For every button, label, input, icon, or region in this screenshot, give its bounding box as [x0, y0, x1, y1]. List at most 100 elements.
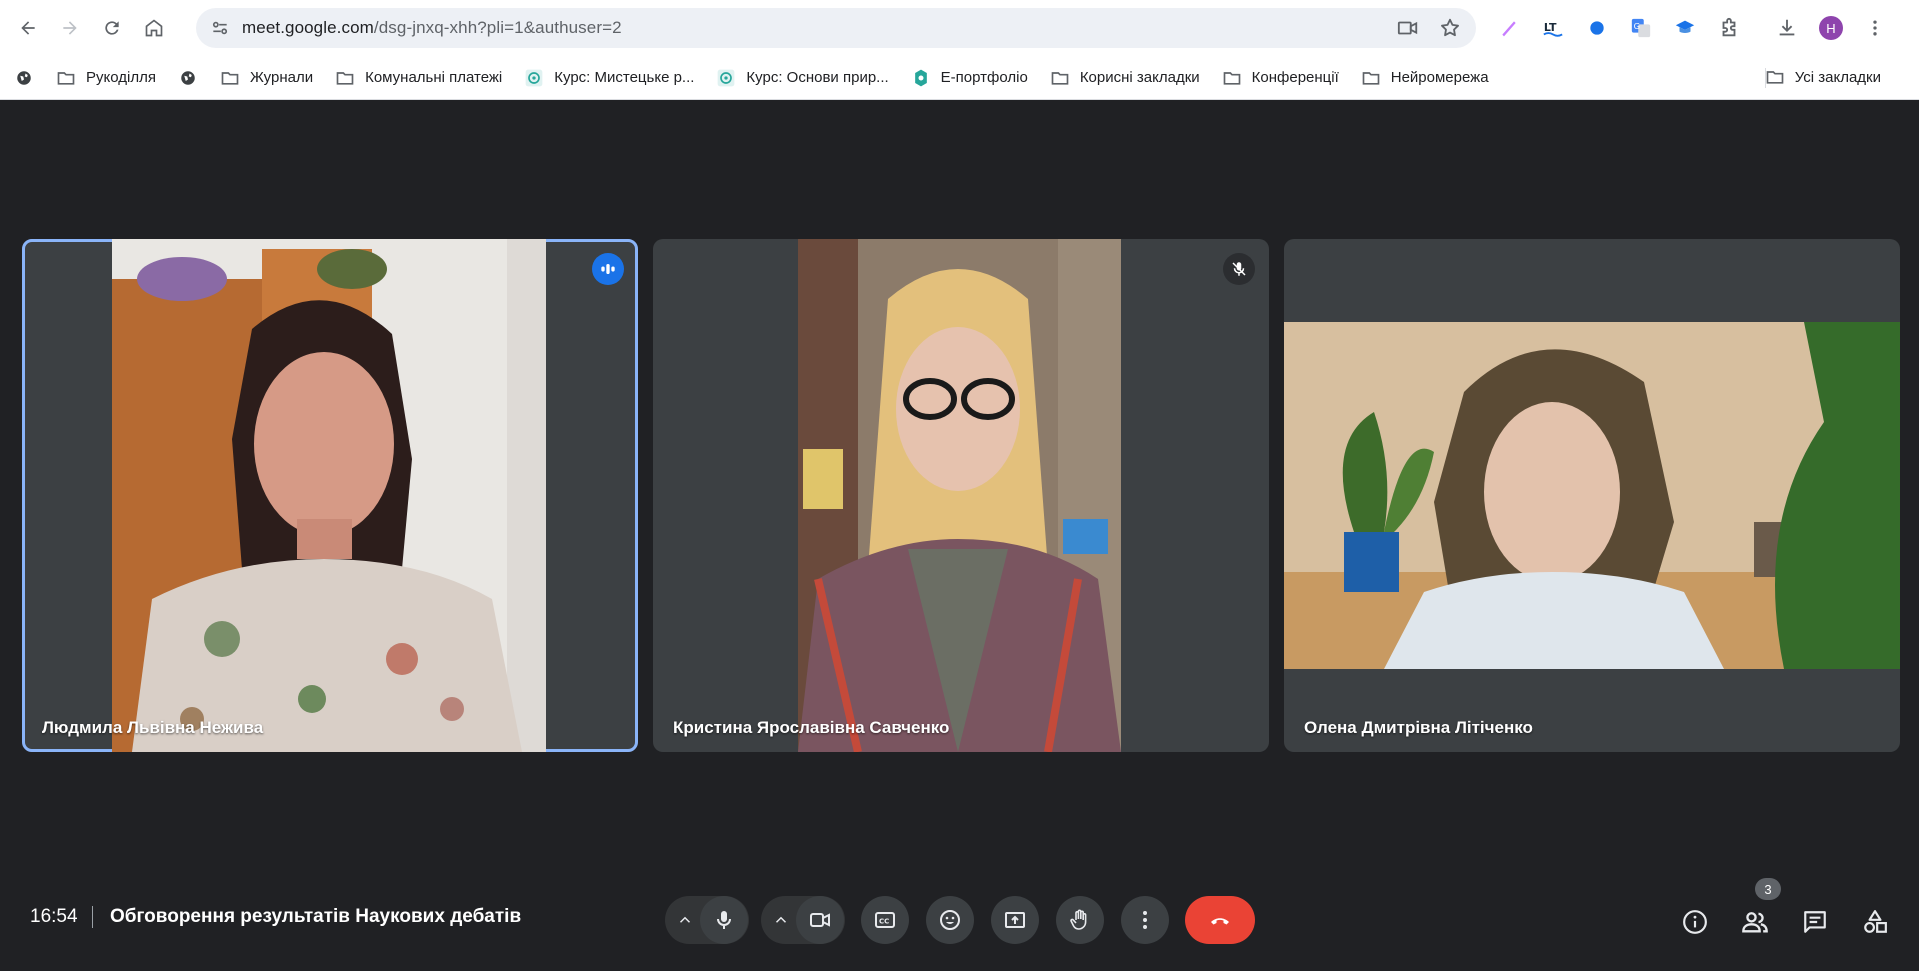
meeting-clock: 16:54 — [30, 906, 78, 927]
microphone-icon — [717, 911, 731, 929]
home-icon — [145, 19, 163, 37]
globe-icon — [14, 68, 34, 88]
meeting-details-button[interactable] — [1679, 906, 1711, 938]
raise-hand-button[interactable] — [1056, 896, 1104, 944]
present-screen-icon — [1005, 912, 1025, 928]
call-controls-bar: 16:54 Обговорення результатів Наукових д… — [0, 878, 1919, 958]
hang-up-icon — [1211, 918, 1229, 925]
bookmark-label: Корисні закладки — [1079, 69, 1200, 86]
video-camera-icon — [810, 913, 830, 927]
camera-in-use-icon[interactable] — [1396, 16, 1420, 40]
meet-stage: Людмила Львівна Нежива Кристина Ярославі… — [0, 101, 1919, 971]
translate-extension-icon[interactable]: G — [1626, 10, 1656, 46]
reload-button[interactable] — [94, 10, 130, 46]
bookmark-item[interactable]: Комунальні платежі — [335, 68, 502, 88]
raise-hand-icon — [1070, 909, 1087, 930]
folder-icon — [1765, 67, 1785, 87]
participant-count-badge: 3 — [1755, 878, 1781, 900]
leave-call-button[interactable] — [1185, 896, 1255, 944]
chevron-up-icon — [775, 916, 787, 923]
svg-text:CC: CC — [879, 918, 889, 926]
folder-icon — [56, 68, 76, 88]
chat-icon — [1804, 911, 1826, 933]
video-options-button[interactable] — [761, 896, 801, 944]
microphone-button[interactable] — [700, 896, 748, 944]
profile-avatar[interactable]: H — [1816, 10, 1846, 46]
extensions-bar: LT G H — [1494, 10, 1890, 46]
browser-menu-icon[interactable] — [1860, 10, 1890, 46]
mic-off-icon — [1232, 262, 1246, 276]
bookmark-label: Нейромережа — [1390, 69, 1489, 86]
present-screen-button[interactable] — [991, 896, 1039, 944]
pen-extension-icon[interactable] — [1494, 10, 1524, 46]
audio-level-icon — [601, 264, 615, 274]
participant-video — [112, 239, 546, 752]
address-bar[interactable]: meet.google.com/dsg-jnxq-xhh?pli=1&authu… — [196, 8, 1476, 48]
bookmark-label: Комунальні платежі — [365, 69, 503, 86]
bookmark-globe-1[interactable] — [14, 68, 34, 88]
chevron-up-icon — [679, 916, 691, 923]
all-bookmarks-label: Усі закладки — [1794, 68, 1881, 86]
bookmark-item[interactable]: Рукоділля — [56, 68, 156, 88]
download-icon[interactable] — [1772, 10, 1802, 46]
reactions-button[interactable] — [926, 896, 974, 944]
bookmark-item[interactable]: Курс: Мистецьке р... — [524, 68, 694, 88]
speaking-indicator — [592, 253, 624, 285]
bookmark-item[interactable]: Корисні закладки — [1050, 68, 1200, 88]
closed-captions-icon: CC — [875, 912, 895, 928]
info-icon — [1683, 910, 1707, 934]
participant-tile[interactable]: Олена Дмитрівна Літіченко — [1284, 239, 1900, 752]
camera-button[interactable] — [796, 896, 844, 944]
course-icon — [716, 68, 736, 88]
emoji-icon — [940, 910, 960, 930]
blue-dot-extension-icon[interactable] — [1582, 10, 1612, 46]
url-text: meet.google.com/dsg-jnxq-xhh?pli=1&authu… — [242, 18, 622, 38]
bookmark-item[interactable]: Нейромережа — [1361, 68, 1489, 88]
participant-video — [798, 239, 1121, 752]
portfolio-icon — [911, 68, 931, 88]
folder-icon — [1361, 68, 1381, 88]
bookmark-item[interactable]: Е-портфоліо — [911, 68, 1028, 88]
people-button[interactable] — [1739, 906, 1771, 938]
all-bookmarks-button[interactable]: Усі закладки — [1765, 67, 1881, 87]
globe-icon — [178, 68, 198, 88]
svg-text:LT: LT — [1544, 21, 1557, 34]
bookmark-item[interactable]: Журнали — [220, 68, 313, 88]
folder-icon — [335, 68, 355, 88]
arrow-left-icon — [21, 21, 35, 35]
bookmark-label: Журнали — [249, 69, 314, 86]
profile-initial: H — [1819, 16, 1843, 40]
more-vertical-icon — [1143, 911, 1147, 929]
back-button[interactable] — [10, 10, 46, 46]
chat-button[interactable] — [1799, 906, 1831, 938]
more-options-button[interactable] — [1121, 896, 1169, 944]
bookmark-label: Курс: Основи прир... — [746, 69, 889, 86]
participant-name: Олена Дмитрівна Літіченко — [1304, 718, 1533, 737]
home-button[interactable] — [136, 10, 172, 46]
participant-name: Людмила Львівна Нежива — [42, 718, 264, 737]
extensions-puzzle-icon[interactable] — [1714, 10, 1744, 46]
meeting-title: Обговорення результатів Наукових дебатів — [110, 906, 522, 927]
site-info-icon[interactable] — [206, 14, 234, 42]
bookmark-globe-2[interactable] — [178, 68, 198, 88]
activities-button[interactable] — [1859, 906, 1891, 938]
arrow-right-icon — [63, 21, 77, 35]
languagetool-extension-icon[interactable]: LT — [1538, 10, 1568, 46]
participant-tile[interactable]: Кристина Ярославівна Савченко — [653, 239, 1269, 752]
muted-indicator — [1223, 253, 1255, 285]
url-host: meet.google.com — [242, 18, 374, 37]
folder-icon — [220, 68, 240, 88]
svg-text:G: G — [1634, 21, 1640, 31]
graduation-extension-icon[interactable] — [1670, 10, 1700, 46]
browser-toolbar: meet.google.com/dsg-jnxq-xhh?pli=1&authu… — [0, 0, 1919, 56]
participant-video — [1284, 322, 1900, 669]
participant-tile[interactable]: Людмила Львівна Нежива — [22, 239, 638, 752]
bookmark-item[interactable]: Конференції — [1222, 68, 1339, 88]
activities-shapes-icon — [1864, 910, 1887, 933]
forward-button[interactable] — [52, 10, 88, 46]
bookmark-star-icon[interactable] — [1438, 16, 1462, 40]
captions-button[interactable]: CC — [861, 896, 909, 944]
folder-icon — [1222, 68, 1242, 88]
audio-options-button[interactable] — [665, 896, 705, 944]
bookmark-item[interactable]: Курс: Основи прир... — [716, 68, 889, 88]
